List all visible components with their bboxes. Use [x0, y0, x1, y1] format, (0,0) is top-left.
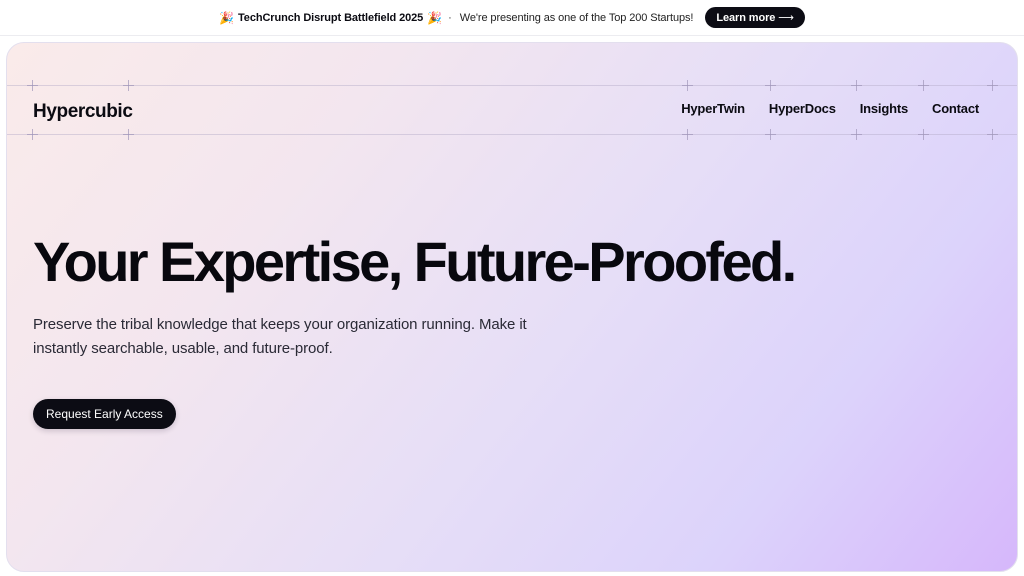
party-popper-icon: 🎉 — [219, 10, 234, 25]
announcement-bar: 🎉 TechCrunch Disrupt Battlefield 2025 🎉 … — [0, 0, 1024, 36]
announcement-headline: TechCrunch Disrupt Battlefield 2025 — [238, 11, 424, 24]
plus-marker-icon — [682, 80, 693, 91]
plus-marker-icon — [918, 80, 929, 91]
plus-marker-icon — [987, 129, 998, 140]
nav-item-insights[interactable]: Insights — [860, 101, 908, 116]
learn-more-label: Learn more — [716, 11, 776, 24]
request-early-access-button[interactable]: Request Early Access — [33, 399, 176, 429]
grid-line — [7, 85, 1017, 86]
nav-item-hyperdocs[interactable]: HyperDocs — [769, 101, 836, 116]
announcement-message: We're presenting as one of the Top 200 S… — [459, 11, 694, 24]
learn-more-button[interactable]: Learn more ⟶ — [705, 7, 805, 28]
plus-marker-icon — [765, 129, 776, 140]
hero-subtitle: Preserve the tribal knowledge that keeps… — [33, 316, 527, 357]
plus-marker-icon — [27, 80, 38, 91]
plus-marker-icon — [123, 80, 134, 91]
hero-section: Hypercubic HyperTwin HyperDocs Insights … — [6, 42, 1018, 572]
plus-marker-icon — [682, 129, 693, 140]
plus-marker-icon — [765, 80, 776, 91]
plus-marker-icon — [987, 80, 998, 91]
plus-marker-icon — [851, 129, 862, 140]
plus-marker-icon — [123, 129, 134, 140]
party-popper-icon: 🎉 — [427, 10, 443, 25]
nav-item-contact[interactable]: Contact — [932, 101, 979, 116]
grid-line — [7, 134, 1017, 135]
site-logo[interactable]: Hypercubic — [33, 101, 133, 123]
plus-marker-icon — [27, 129, 38, 140]
plus-marker-icon — [918, 129, 929, 140]
nav-item-hypertwin[interactable]: HyperTwin — [681, 101, 745, 116]
separator-dot: · — [448, 11, 452, 24]
main-nav: HyperTwin HyperDocs Insights Contact — [681, 101, 979, 116]
plus-marker-icon — [851, 80, 862, 91]
hero-title: Your Expertise, Future-Proofed. — [33, 230, 797, 293]
arrow-right-icon: ⟶ — [778, 12, 794, 24]
